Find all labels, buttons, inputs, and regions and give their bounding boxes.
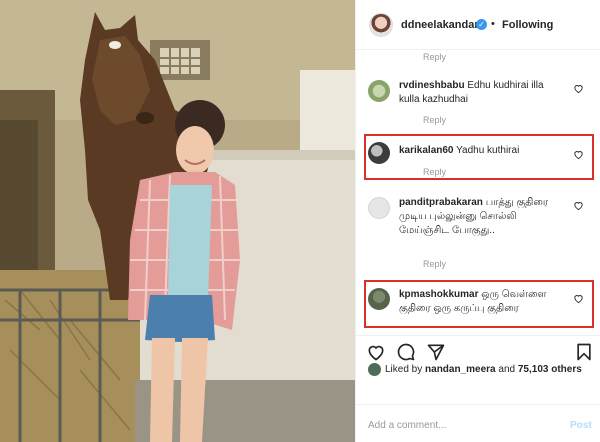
share-icon[interactable] bbox=[426, 342, 446, 362]
commenter-avatar[interactable] bbox=[368, 197, 390, 219]
commenter-avatar[interactable] bbox=[368, 288, 390, 310]
reply-link[interactable]: Reply bbox=[423, 115, 446, 125]
commenter-avatar[interactable] bbox=[368, 142, 390, 164]
comment-item: karikalan60 Yadhu kuthirai Reply bbox=[356, 138, 600, 178]
comment-text: Yadhu kuthirai bbox=[456, 145, 520, 156]
post-button[interactable]: Post bbox=[570, 420, 592, 431]
post-sidebar: ddneelakandan ✓ • Following Reply rvdine… bbox=[355, 0, 600, 442]
comment-username[interactable]: rvdineshbabu bbox=[399, 80, 465, 91]
comment-item: rvdineshbabu Edhu kudhirai illa kulla ka… bbox=[356, 76, 600, 131]
add-comment-input[interactable]: Add a comment... bbox=[368, 420, 446, 431]
following-button[interactable]: Following bbox=[502, 19, 553, 31]
comment-icon[interactable] bbox=[396, 342, 416, 362]
comment-item: kpmashokkumar ஒரு வெள்ளை குதிரை ஒரு கருப… bbox=[356, 284, 600, 326]
heart-icon[interactable] bbox=[573, 200, 584, 211]
heart-icon[interactable] bbox=[366, 342, 386, 362]
comment-username[interactable]: kpmashokkumar bbox=[399, 289, 478, 300]
heart-icon[interactable] bbox=[573, 149, 584, 160]
comment-body: panditprabakaran பாத்து குதிரை முடிய புல… bbox=[399, 196, 559, 238]
heart-icon[interactable] bbox=[573, 83, 584, 94]
liker-username[interactable]: nandan_meera bbox=[425, 364, 496, 375]
comment-body: rvdineshbabu Edhu kudhirai illa kulla ka… bbox=[399, 79, 559, 107]
comment-item: panditprabakaran பாத்து குதிரை முடிய புல… bbox=[356, 193, 600, 273]
comment-item: Reply bbox=[356, 50, 600, 68]
reply-link[interactable]: Reply bbox=[423, 167, 446, 177]
photo-illustration bbox=[0, 0, 355, 442]
post-photo[interactable] bbox=[0, 0, 355, 442]
commenter-avatar[interactable] bbox=[368, 80, 390, 102]
add-comment-bar: Add a comment... Post bbox=[356, 404, 600, 442]
bookmark-icon[interactable] bbox=[574, 342, 594, 362]
likes-middle: and bbox=[498, 364, 516, 375]
author-avatar[interactable] bbox=[369, 13, 393, 37]
reply-link[interactable]: Reply bbox=[423, 52, 446, 62]
reply-link[interactable]: Reply bbox=[423, 259, 446, 269]
likes-text: Liked by nandan_meera and 75,103 others bbox=[385, 364, 582, 375]
likes-count[interactable]: 75,103 others bbox=[518, 364, 582, 375]
author-username[interactable]: ddneelakandan bbox=[401, 19, 481, 31]
post-header: ddneelakandan ✓ • Following bbox=[356, 0, 600, 50]
comment-body: kpmashokkumar ஒரு வெள்ளை குதிரை ஒரு கருப… bbox=[399, 288, 559, 316]
header-separator: • bbox=[491, 18, 495, 30]
likes-prefix: Liked by bbox=[385, 364, 423, 375]
verified-badge-icon: ✓ bbox=[476, 19, 487, 30]
comment-body: karikalan60 Yadhu kuthirai bbox=[399, 144, 559, 158]
likes-summary: Liked by nandan_meera and 75,103 others bbox=[368, 362, 593, 378]
liker-avatar[interactable] bbox=[368, 363, 381, 376]
comment-username[interactable]: karikalan60 bbox=[399, 145, 454, 156]
action-bar bbox=[356, 335, 600, 365]
heart-icon[interactable] bbox=[573, 293, 584, 304]
comment-username[interactable]: panditprabakaran bbox=[399, 197, 483, 208]
